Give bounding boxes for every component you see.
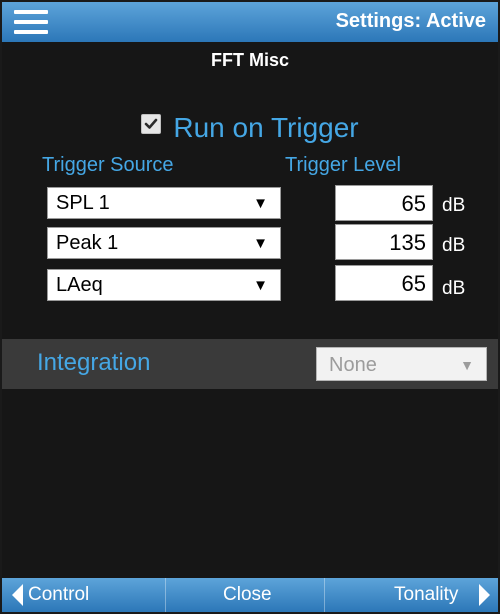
trigger-level-input-1[interactable]: 65 xyxy=(335,185,433,221)
run-on-trigger-label: Run on Trigger xyxy=(173,112,359,143)
trigger-level-value: 65 xyxy=(401,271,426,296)
integration-value: None xyxy=(329,354,377,376)
footer-nav: Control Close Tonality xyxy=(2,578,498,612)
run-on-trigger-row[interactable]: Run on Trigger xyxy=(2,112,498,144)
trigger-level-header: Trigger Level xyxy=(285,154,401,176)
integration-label: Integration xyxy=(37,349,151,376)
hamburger-menu-icon[interactable] xyxy=(14,10,48,34)
dropdown-arrow-icon: ▼ xyxy=(253,277,268,294)
footer-divider xyxy=(165,578,166,612)
chevron-right-icon xyxy=(479,584,490,606)
control-button[interactable]: Control xyxy=(28,578,89,612)
header-bar: Settings: Active xyxy=(2,2,498,42)
trigger-level-input-3[interactable]: 65 xyxy=(335,265,433,301)
app-window: Settings: Active FFT Misc Run on Trigger… xyxy=(0,0,500,614)
unit-label: dB xyxy=(442,278,466,299)
dropdown-arrow-icon: ▼ xyxy=(253,195,268,212)
tonality-button[interactable]: Tonality xyxy=(394,578,458,612)
chevron-left-icon xyxy=(12,584,23,606)
dropdown-arrow-icon: ▼ xyxy=(460,357,474,373)
trigger-source-value: Peak 1 xyxy=(56,232,119,254)
integration-row: Integration None ▼ xyxy=(2,339,498,389)
footer-divider xyxy=(324,578,325,612)
integration-select[interactable]: None ▼ xyxy=(316,347,487,381)
trigger-source-select-1[interactable]: SPL 1 ▼ xyxy=(47,187,281,219)
trigger-source-select-3[interactable]: LAeq ▼ xyxy=(47,269,281,301)
trigger-level-input-2[interactable]: 135 xyxy=(335,224,433,260)
checkmark-icon xyxy=(145,118,158,129)
trigger-source-value: LAeq xyxy=(56,274,103,296)
trigger-level-value: 135 xyxy=(389,230,426,255)
dropdown-arrow-icon: ▼ xyxy=(253,235,268,252)
run-on-trigger-checkbox[interactable] xyxy=(141,114,162,134)
trigger-source-select-2[interactable]: Peak 1 ▼ xyxy=(47,227,281,259)
trigger-source-value: SPL 1 xyxy=(56,192,110,214)
trigger-level-value: 65 xyxy=(401,191,426,216)
close-button[interactable]: Close xyxy=(223,578,272,612)
settings-status: Settings: Active xyxy=(335,10,486,32)
unit-label: dB xyxy=(442,235,466,256)
trigger-source-header: Trigger Source xyxy=(42,154,174,176)
unit-label: dB xyxy=(442,195,466,216)
page-title: FFT Misc xyxy=(210,50,289,70)
